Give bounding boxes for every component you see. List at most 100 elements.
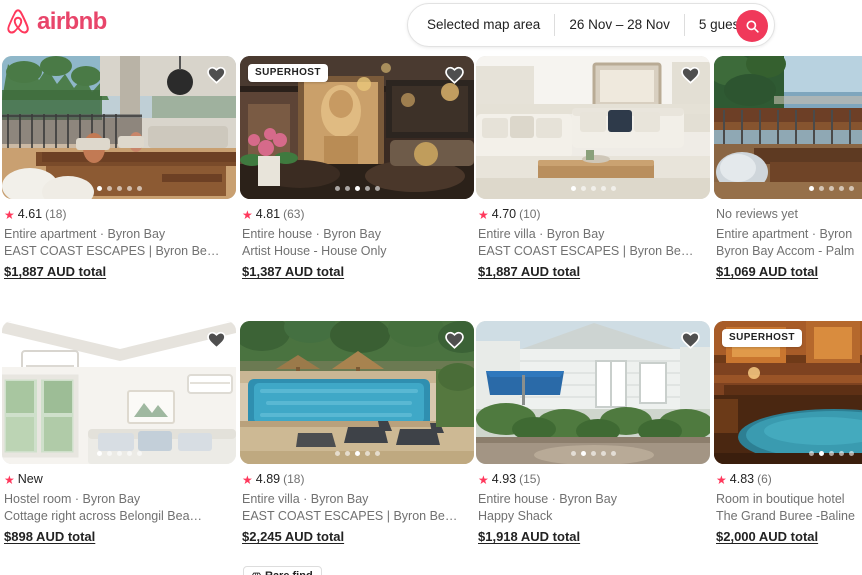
review-count: (10) xyxy=(519,207,541,221)
airbnb-logo[interactable]: airbnb xyxy=(4,7,107,37)
superhost-badge: SUPERHOST xyxy=(722,329,802,347)
carousel-dot[interactable] xyxy=(600,451,606,456)
listing-price: $2,245 AUD total xyxy=(242,529,345,544)
rating-score: 4.70 xyxy=(491,207,517,221)
carousel-dot[interactable] xyxy=(838,186,844,191)
carousel-dot[interactable] xyxy=(374,451,380,456)
listing-subtitle: Entire apartment · Byron xyxy=(716,227,853,241)
carousel-dot[interactable] xyxy=(818,451,824,456)
search-dates[interactable]: 26 Nov – 28 Nov xyxy=(555,17,684,33)
listing-title: Happy Shack xyxy=(478,509,553,523)
carousel-dot[interactable] xyxy=(334,186,340,191)
listing-photo[interactable] xyxy=(240,321,474,464)
listing-subtitle: Entire apartment · Byron Bay xyxy=(4,227,166,241)
save-to-wishlist-heart[interactable] xyxy=(442,63,466,87)
carousel-dot[interactable] xyxy=(106,186,112,191)
listing-card[interactable]: ★ 4.89 (18) Entire villa · Byron Bay EAS… xyxy=(240,321,474,545)
carousel-dot[interactable] xyxy=(106,451,112,456)
carousel-dot[interactable] xyxy=(590,186,596,191)
carousel-dot[interactable] xyxy=(848,186,854,191)
photo-carousel-dots[interactable] xyxy=(476,451,710,456)
carousel-dot[interactable] xyxy=(808,451,814,456)
photo-carousel-dots[interactable] xyxy=(240,186,474,191)
carousel-dot[interactable] xyxy=(334,451,340,456)
no-reviews-label: No reviews yet xyxy=(716,207,798,221)
carousel-dot[interactable] xyxy=(116,186,122,191)
rating-score: 4.89 xyxy=(255,472,281,486)
listing-rating: ★ 4.93 (15) xyxy=(478,472,710,487)
search-button[interactable] xyxy=(736,10,768,42)
carousel-dot[interactable] xyxy=(570,451,576,456)
carousel-dot[interactable] xyxy=(848,451,854,456)
save-to-wishlist-heart[interactable] xyxy=(204,328,228,352)
rating-score: 4.83 xyxy=(729,472,755,486)
carousel-dot[interactable] xyxy=(610,451,616,456)
carousel-dot[interactable] xyxy=(126,451,132,456)
listing-price: $1,887 AUD total xyxy=(478,264,581,279)
brand-wordmark: airbnb xyxy=(37,8,107,35)
photo-carousel-dots[interactable] xyxy=(2,451,236,456)
carousel-dot[interactable] xyxy=(344,451,350,456)
carousel-dot[interactable] xyxy=(374,186,380,191)
listing-photo[interactable] xyxy=(476,56,710,199)
listing-photo[interactable] xyxy=(714,56,862,199)
save-to-wishlist-heart[interactable] xyxy=(204,63,228,87)
photo-carousel-dots[interactable] xyxy=(714,186,862,191)
carousel-dot[interactable] xyxy=(126,186,132,191)
carousel-dot[interactable] xyxy=(580,186,586,191)
save-to-wishlist-heart[interactable] xyxy=(678,328,702,352)
listing-subtitle: Entire house · Byron Bay xyxy=(478,492,617,506)
carousel-dot[interactable] xyxy=(838,451,844,456)
rating-score: New xyxy=(17,472,43,486)
listing-card[interactable]: ★ 4.61 (18) Entire apartment · Byron Bay… xyxy=(2,56,236,280)
carousel-dot[interactable] xyxy=(136,186,142,191)
listing-meta: ★ 4.83 (6) Room in boutique hotel The Gr… xyxy=(714,464,862,545)
listing-photo[interactable] xyxy=(2,56,236,199)
save-to-wishlist-heart[interactable] xyxy=(442,328,466,352)
search-location[interactable]: Selected map area xyxy=(408,17,554,33)
listing-card[interactable]: SUPERHOST ★ 4.83 (6) Room in boutique ho… xyxy=(714,321,862,545)
listing-price: $1,387 AUD total xyxy=(242,264,345,279)
carousel-dot[interactable] xyxy=(116,451,122,456)
carousel-dot[interactable] xyxy=(570,186,576,191)
photo-carousel-dots[interactable] xyxy=(714,451,862,456)
carousel-dot[interactable] xyxy=(96,186,102,191)
rating-score: 4.61 xyxy=(17,207,43,221)
review-count: (18) xyxy=(45,207,67,221)
carousel-dot[interactable] xyxy=(828,451,834,456)
carousel-dot[interactable] xyxy=(818,186,824,191)
carousel-dot[interactable] xyxy=(354,186,360,191)
rating-score: 4.81 xyxy=(255,207,281,221)
listing-row: ★ New Hostel room · Byron Bay Cottage ri… xyxy=(0,321,862,575)
carousel-dot[interactable] xyxy=(600,186,606,191)
listing-card[interactable]: ★ New Hostel room · Byron Bay Cottage ri… xyxy=(2,321,236,545)
carousel-dot[interactable] xyxy=(364,451,370,456)
listing-photo[interactable]: SUPERHOST xyxy=(240,56,474,199)
carousel-dot[interactable] xyxy=(364,186,370,191)
search-bar[interactable]: Selected map area 26 Nov – 28 Nov 5 gues… xyxy=(407,3,775,47)
listing-card[interactable]: ★ 4.93 (15) Entire house · Byron Bay Hap… xyxy=(476,321,710,545)
listing-photo[interactable] xyxy=(2,321,236,464)
listing-card[interactable]: No reviews yet Entire apartment · Byron … xyxy=(714,56,862,280)
carousel-dot[interactable] xyxy=(610,186,616,191)
listing-photo[interactable]: SUPERHOST xyxy=(714,321,862,464)
listing-row: ★ 4.61 (18) Entire apartment · Byron Bay… xyxy=(0,56,862,321)
photo-carousel-dots[interactable] xyxy=(2,186,236,191)
carousel-dot[interactable] xyxy=(808,186,814,191)
review-count: (63) xyxy=(283,207,305,221)
save-to-wishlist-heart[interactable] xyxy=(678,63,702,87)
listing-card[interactable]: SUPERHOST ★ 4.81 (63) Entire house · Byr… xyxy=(240,56,474,280)
listing-photo[interactable] xyxy=(476,321,710,464)
carousel-dot[interactable] xyxy=(136,451,142,456)
carousel-dot[interactable] xyxy=(96,451,102,456)
carousel-dot[interactable] xyxy=(828,186,834,191)
carousel-dot[interactable] xyxy=(590,451,596,456)
heart-icon xyxy=(444,65,465,85)
carousel-dot[interactable] xyxy=(580,451,586,456)
listing-price: $1,887 AUD total xyxy=(4,264,107,279)
carousel-dot[interactable] xyxy=(354,451,360,456)
photo-carousel-dots[interactable] xyxy=(476,186,710,191)
photo-carousel-dots[interactable] xyxy=(240,451,474,456)
listing-card[interactable]: ★ 4.70 (10) Entire villa · Byron Bay EAS… xyxy=(476,56,710,280)
carousel-dot[interactable] xyxy=(344,186,350,191)
